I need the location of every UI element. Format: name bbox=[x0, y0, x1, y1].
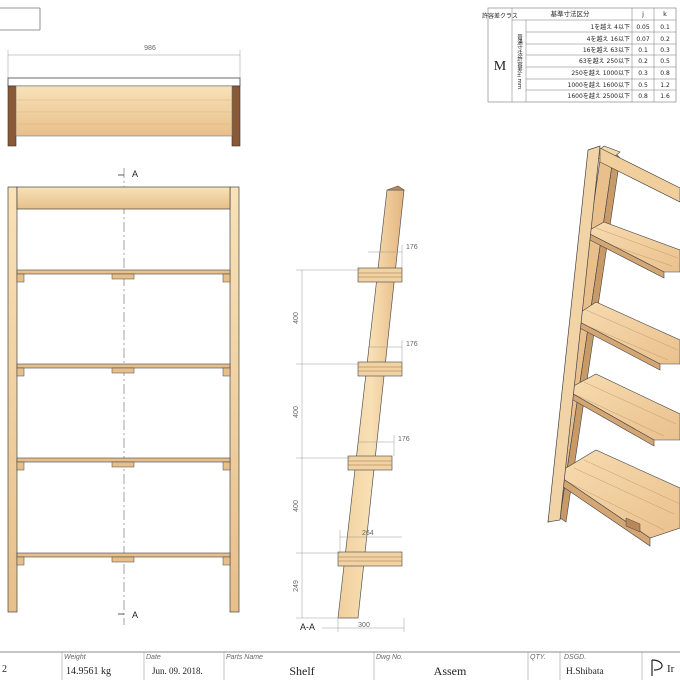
front-view: A A bbox=[7, 168, 240, 625]
date-value: Jun. 09. 2018. bbox=[152, 666, 203, 676]
dsgd-value: H.Shibata bbox=[566, 667, 605, 677]
company-logo: Ir bbox=[651, 659, 675, 676]
tolerance-k-cell: 0.8 bbox=[660, 70, 670, 77]
logo-text: Ir bbox=[667, 663, 675, 675]
qty-label: QTY. bbox=[530, 654, 546, 661]
spacing-dim-1: 400 bbox=[293, 312, 300, 324]
table-side-label: 普通寸法許容差±mm bbox=[516, 33, 523, 89]
base-dim: 300 bbox=[358, 622, 370, 629]
tolerance-k-cell: 0.5 bbox=[660, 58, 670, 65]
date-label: Date bbox=[146, 654, 161, 661]
tolerance-j-cell: 0.5 bbox=[638, 82, 648, 89]
sheet-frame bbox=[0, 7, 41, 31]
tolerance-j-cell: 0.07 bbox=[636, 36, 650, 43]
depth-dim-3: 176 bbox=[398, 436, 410, 443]
table-header-j: j bbox=[641, 10, 644, 18]
table-header-class: 許容差クラス bbox=[482, 12, 518, 20]
tolerance-range-cell: 250を越え 1000以下 bbox=[571, 69, 630, 77]
depth-dim-2: 176 bbox=[406, 341, 418, 348]
tolerance-range-cell: 16を越え 63以下 bbox=[583, 46, 630, 54]
weight-label: Weight bbox=[64, 654, 87, 661]
tolerance-k-cell: 0.2 bbox=[660, 36, 670, 43]
section-mark-top: A bbox=[132, 169, 138, 179]
tolerance-j-cell: 0.8 bbox=[638, 93, 648, 100]
top-width-dim: 986 bbox=[144, 45, 156, 52]
tolerance-range-cell: 63を越え 250以下 bbox=[579, 57, 630, 65]
section-view: 176 176 176 264 400 400 400 249 300 A-A bbox=[293, 185, 418, 632]
section-mark-bottom: A bbox=[132, 610, 138, 620]
front-shelves bbox=[16, 269, 231, 566]
top-crossbar bbox=[16, 186, 231, 210]
tolerance-class-letter: M bbox=[494, 59, 507, 74]
spacing-dim-4: 249 bbox=[293, 580, 300, 592]
spacing-dim-3: 400 bbox=[293, 500, 300, 512]
depth-dim-4: 264 bbox=[362, 530, 374, 537]
tolerance-k-cell: 1.6 bbox=[660, 93, 670, 100]
top-view: 986 bbox=[7, 45, 241, 147]
tolerance-range-cell: 1000を越え 1600以下 bbox=[568, 81, 630, 89]
right-leg bbox=[229, 186, 240, 613]
tolerance-j-cell: 0.3 bbox=[638, 70, 648, 77]
title-block: 2 Weight 14.9561 kg Date Jun. 09. 2018. … bbox=[0, 651, 680, 680]
section-view-label: A-A bbox=[300, 622, 315, 632]
weight-value: 14.9561 kg bbox=[66, 666, 111, 677]
left-leg bbox=[7, 186, 18, 613]
tolerance-k-cell: 0.3 bbox=[660, 47, 670, 54]
tolerance-j-cell: 0.05 bbox=[636, 24, 650, 31]
parts-name-label: Parts Name bbox=[226, 654, 263, 661]
tolerance-table: 許容差クラス 基準寸法区分 j k M 普通寸法許容差±mm 1を越え 4以下 0… bbox=[482, 7, 677, 103]
parts-name-value: Shelf bbox=[289, 664, 314, 678]
tolerance-range-cell: 1を越え 4以下 bbox=[590, 23, 630, 31]
tolerance-j-cell: 0.2 bbox=[638, 58, 648, 65]
scale-partial: 2 bbox=[2, 664, 7, 675]
tolerance-k-cell: 1.2 bbox=[660, 82, 670, 89]
tolerance-range-cell: 4を越え 16以下 bbox=[587, 35, 630, 43]
dsgd-label: DSGD. bbox=[564, 654, 586, 661]
isometric-view bbox=[547, 145, 680, 547]
table-header-range: 基準寸法区分 bbox=[551, 9, 591, 18]
tolerance-range-cell: 1600を越え 2500以下 bbox=[568, 92, 630, 100]
spacing-dim-2: 400 bbox=[293, 406, 300, 418]
tolerance-k-cell: 0.1 bbox=[660, 24, 670, 31]
depth-dim-1: 176 bbox=[406, 244, 418, 251]
tolerance-j-cell: 0.1 bbox=[638, 47, 648, 54]
dwg-no-value: Assem bbox=[434, 664, 467, 678]
dwg-no-label: Dwg No. bbox=[376, 654, 403, 661]
table-header-k: k bbox=[663, 10, 667, 18]
drawing-sheet: 986 A A 176 176 176 264 400 400 400 249 … bbox=[0, 7, 680, 680]
